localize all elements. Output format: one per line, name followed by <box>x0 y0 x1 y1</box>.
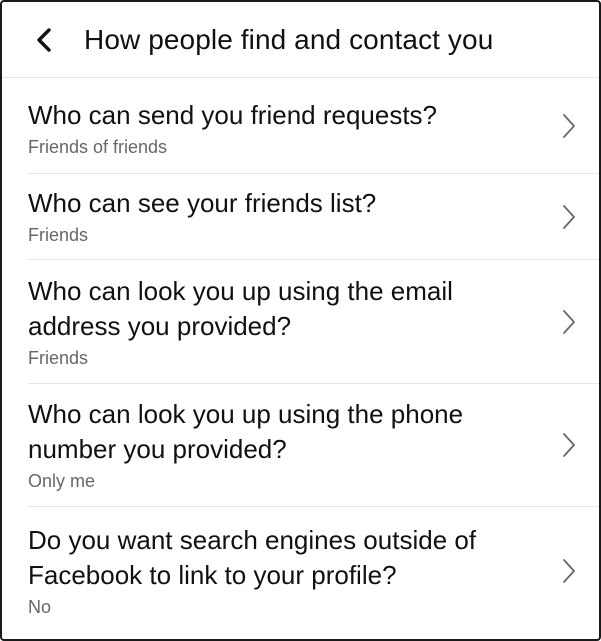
setting-value: No <box>28 597 52 617</box>
setting-value: Friends <box>28 225 89 245</box>
setting-text: Who can look you up using the phone numb… <box>28 397 539 493</box>
setting-friends-list[interactable]: Who can see your friends list? Friends <box>28 174 599 260</box>
setting-question: Who can see your friends list? <box>28 188 377 218</box>
setting-value: Friends <box>28 347 89 368</box>
settings-list: Who can send you friend requests? Friend… <box>2 78 599 635</box>
setting-text: Who can send you friend requests? Friend… <box>28 98 539 159</box>
setting-question: Who can look you up using the email addr… <box>28 275 453 341</box>
chevron-right-icon <box>561 112 577 140</box>
setting-friend-requests[interactable]: Who can send you friend requests? Friend… <box>28 78 599 174</box>
header-bar: How people find and contact you <box>2 2 599 78</box>
setting-text: Who can see your friends list? Friends <box>28 186 539 247</box>
chevron-right-icon <box>561 557 577 585</box>
setting-question: Do you want search engines outside of Fa… <box>28 525 477 590</box>
screen: How people find and contact you Who can … <box>0 0 601 641</box>
chevron-right-icon <box>561 203 577 231</box>
chevron-right-icon <box>561 308 577 336</box>
setting-text: Do you want search engines outside of Fa… <box>28 523 539 619</box>
page-title: How people find and contact you <box>84 23 494 55</box>
setting-value: Friends of friends <box>28 137 168 157</box>
back-button[interactable] <box>26 22 62 58</box>
chevron-left-icon <box>37 27 51 52</box>
setting-email-lookup[interactable]: Who can look you up using the email addr… <box>28 260 599 384</box>
setting-search-engines[interactable]: Do you want search engines outside of Fa… <box>28 507 599 635</box>
setting-question: Who can look you up using the phone numb… <box>28 399 464 464</box>
chevron-right-icon <box>561 431 577 459</box>
setting-value: Only me <box>28 471 96 491</box>
setting-phone-lookup[interactable]: Who can look you up using the phone numb… <box>28 384 599 507</box>
setting-question: Who can send you friend requests? <box>28 100 438 130</box>
setting-text: Who can look you up using the email addr… <box>28 274 539 370</box>
